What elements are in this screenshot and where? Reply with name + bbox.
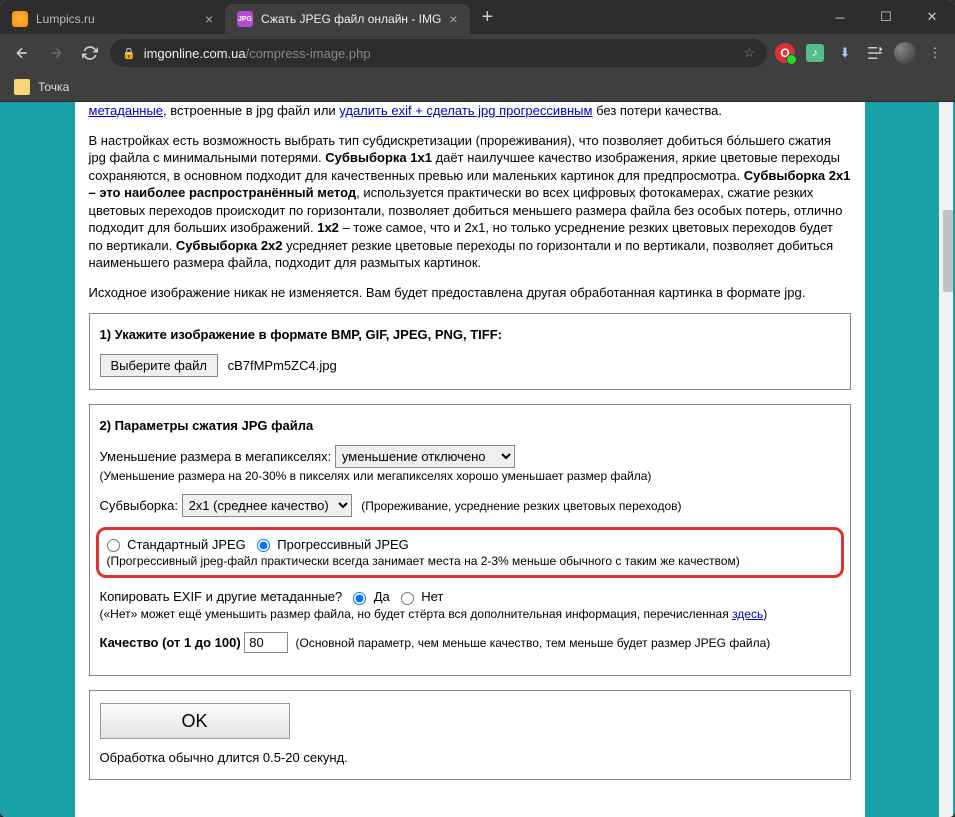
reload-button[interactable] (76, 39, 104, 67)
section-submit: OK Обработка обычно длится 0.5-20 секунд… (89, 690, 851, 780)
radio-progressive-jpeg-input[interactable] (257, 539, 270, 552)
row-exif: Копировать EXIF и другие метаданные? Да … (100, 588, 840, 622)
ok-button[interactable]: OK (100, 703, 290, 739)
intro-line: метаданные, встроенные в jpg файл или уд… (89, 102, 851, 120)
quality-input[interactable] (244, 632, 288, 653)
section-file-heading: 1) Укажите изображение в формате BMP, GI… (100, 326, 840, 344)
radio-exif-no-input[interactable] (401, 592, 414, 605)
favicon-imgonline: JPG (237, 11, 253, 27)
favicon-lumpics (12, 11, 28, 27)
window-minimize[interactable]: ─ (817, 0, 863, 34)
jpeg-type-hint: (Прогрессивный jpeg-файл практически все… (107, 553, 833, 569)
row-quality: Качество (от 1 до 100) (Основной парамет… (100, 632, 840, 653)
forward-button[interactable] (42, 39, 70, 67)
radio-standard-jpeg[interactable]: Стандартный JPEG (107, 537, 246, 552)
reduce-hint: (Уменьшение размера на 20-30% в пикселях… (100, 468, 840, 484)
radio-progressive-jpeg[interactable]: Прогрессивный JPEG (257, 537, 409, 552)
link-remove-exif[interactable]: удалить exif + сделать jpg прогрессивным (339, 103, 592, 118)
titlebar: Lumpics.ru × JPG Сжать JPEG файл онлайн … (0, 0, 955, 34)
url-text: imgonline.com.ua/compress-image.php (144, 46, 736, 61)
file-name: cB7fMPm5ZC4.jpg (228, 358, 337, 373)
jpeg-type-group: Стандартный JPEG Прогрессивный JPEG (Про… (96, 527, 844, 579)
radio-exif-no[interactable]: Нет (401, 589, 444, 604)
profile-avatar[interactable] (893, 41, 917, 65)
subsample-select[interactable]: 2x1 (среднее качество) (182, 494, 352, 517)
radio-exif-yes[interactable]: Да (353, 589, 390, 604)
bookmark-label[interactable]: Точка (38, 80, 69, 94)
exif-hint: («Нет» может ещё уменьшить размер файла,… (100, 606, 840, 622)
choose-file-button[interactable]: Выберите файл (100, 354, 218, 377)
subsample-label: Субвыборка: (100, 498, 178, 513)
media-control-icon[interactable] (863, 41, 887, 65)
section-params-heading: 2) Параметры сжатия JPG файла (100, 417, 840, 435)
section-file: 1) Укажите изображение в формате BMP, GI… (89, 313, 851, 390)
close-tab-icon[interactable]: × (449, 11, 457, 27)
new-tab-button[interactable]: + (470, 0, 506, 34)
reduce-label: Уменьшение размера в мегапикселях: (100, 449, 332, 464)
tab-lumpics[interactable]: Lumpics.ru × (0, 4, 225, 34)
extension-opera[interactable]: O (773, 41, 797, 65)
row-reduce: Уменьшение размера в мегапикселях: умень… (100, 445, 840, 484)
quality-hint: (Основной параметр, чем меньше качество,… (296, 636, 771, 650)
source-note: Исходное изображение никак не изменяется… (89, 284, 851, 302)
address-bar[interactable]: 🔒 imgonline.com.ua/compress-image.php ☆ (110, 39, 767, 67)
link-exif-here[interactable]: здесь (732, 607, 763, 621)
page-content: метаданные, встроенные в jpg файл или уд… (75, 102, 865, 817)
ok-hint: Обработка обычно длится 0.5-20 секунд. (100, 749, 840, 767)
bookmarks-bar: Точка (0, 72, 955, 102)
exif-label: Копировать EXIF и другие метаданные? (100, 589, 343, 604)
scrollbar-thumb[interactable] (943, 210, 953, 292)
close-tab-icon[interactable]: × (205, 11, 213, 27)
tab-title: Сжать JPEG файл онлайн - IMG (261, 12, 441, 26)
window-close[interactable]: ✕ (909, 0, 955, 34)
subsampling-description: В настройках есть возможность выбрать ти… (89, 132, 851, 272)
section-params: 2) Параметры сжатия JPG файла Уменьшение… (89, 404, 851, 676)
menu-icon[interactable]: ⋮ (923, 41, 947, 65)
toolbar: 🔒 imgonline.com.ua/compress-image.php ☆ … (0, 34, 955, 72)
back-button[interactable] (8, 39, 36, 67)
extension-music[interactable]: ♪ (803, 41, 827, 65)
radio-standard-jpeg-input[interactable] (107, 539, 120, 552)
quality-label: Качество (от 1 до 100) (100, 635, 241, 650)
extension-download[interactable]: ⬇ (833, 41, 857, 65)
folder-icon (14, 79, 30, 95)
star-icon[interactable]: ☆ (743, 45, 755, 61)
reduce-select[interactable]: уменьшение отключено (335, 445, 515, 468)
lock-icon: 🔒 (122, 47, 136, 60)
window-maximize[interactable]: ☐ (863, 0, 909, 34)
tab-imgonline[interactable]: JPG Сжать JPEG файл онлайн - IMG × (225, 4, 470, 34)
radio-exif-yes-input[interactable] (353, 592, 366, 605)
link-metadata[interactable]: метаданные (89, 103, 164, 118)
viewport: метаданные, встроенные в jpg файл или уд… (0, 102, 955, 817)
row-subsample: Субвыборка: 2x1 (среднее качество) (Прор… (100, 494, 840, 517)
tab-title: Lumpics.ru (36, 12, 197, 26)
subsample-hint: (Прореживание, усреднение резких цветовы… (361, 499, 681, 513)
